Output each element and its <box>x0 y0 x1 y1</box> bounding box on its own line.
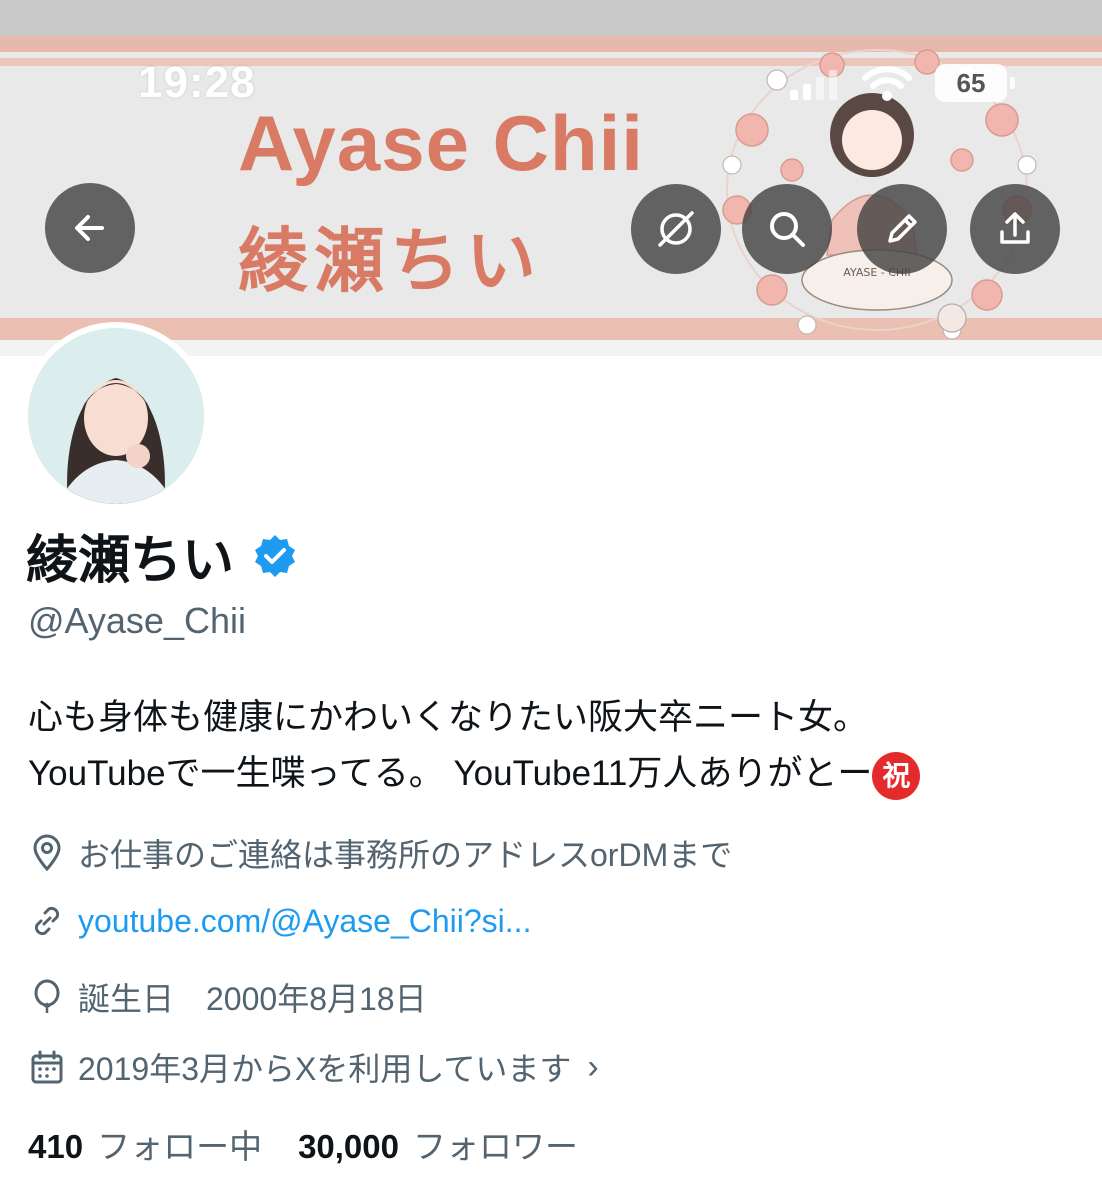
bio-line: YouTubeで一生喋ってる。 YouTube11万人ありがとー <box>28 754 873 793</box>
birthday-text: 誕生日 2000年8月18日 <box>78 981 427 1017</box>
profile-joined[interactable]: 2019年3月からXを利用しています › <box>28 1044 599 1090</box>
back-button[interactable] <box>45 183 135 273</box>
search-icon <box>770 212 805 247</box>
share-button[interactable] <box>970 184 1060 274</box>
chevron-right-icon: › <box>587 1047 599 1086</box>
slash-circle-icon <box>658 211 694 247</box>
link-icon <box>34 906 60 936</box>
share-icon <box>1000 212 1030 244</box>
search-button[interactable] <box>742 184 832 274</box>
celebration-emoji-icon: 祝 <box>872 751 921 800</box>
bio-line: 心も身体も健康にかわいくなりたい阪大卒ニート女。 <box>28 698 869 737</box>
grok-button[interactable] <box>631 184 721 274</box>
website-link[interactable]: youtube.com/@Ayase_Chii?si... <box>78 903 531 940</box>
avatar-illustration <box>28 328 204 504</box>
following-count[interactable]: 410 <box>28 1128 83 1166</box>
follow-stats: 410 フォロー中 30,000 フォロワー <box>28 1120 578 1168</box>
cellular-signal-icon <box>790 70 837 100</box>
edit-button[interactable] <box>857 184 947 274</box>
joined-text: 2019年3月からXを利用しています <box>78 1051 572 1087</box>
pencil-icon <box>888 214 917 243</box>
wifi-icon <box>862 66 912 101</box>
location-text: お仕事のご連絡は事務所のアドレスorDMまで <box>78 837 733 873</box>
status-time: 19:28 <box>138 58 256 107</box>
avatar[interactable] <box>22 322 210 510</box>
balloon-icon <box>34 979 60 1013</box>
profile-website[interactable]: youtube.com/@Ayase_Chii?si... <box>28 902 531 940</box>
banner-title-english: Ayase Chii <box>238 99 644 187</box>
bio-line-2: YouTubeで一生喋ってる。 YouTube11万人ありがとー祝 <box>28 746 1088 802</box>
arrow-left-icon <box>75 215 104 241</box>
following-label[interactable]: フォロー中 <box>97 1120 262 1168</box>
location-pin-icon <box>33 834 61 872</box>
profile-bio: 心も身体も健康にかわいくなりたい阪大卒ニート女。 YouTubeで一生喋ってる。… <box>28 690 1088 802</box>
battery-indicator: 65 <box>935 64 1015 102</box>
banner-top-band <box>0 0 1102 36</box>
profile-name-row: 綾瀬ちい <box>26 518 298 593</box>
profile-banner[interactable]: Ayase Chii 綾瀬ちい AYASE - CHII <box>0 0 1102 356</box>
display-name: 綾瀬ちい <box>26 531 235 591</box>
avatar-image <box>28 328 204 504</box>
followers-label[interactable]: フォロワー <box>413 1120 578 1168</box>
profile-birthday: 誕生日 2000年8月18日 <box>28 974 427 1020</box>
profile-location: お仕事のご連絡は事務所のアドレスorDMまで <box>28 830 732 876</box>
verified-badge-icon[interactable] <box>252 533 298 579</box>
calendar-icon <box>31 1050 63 1084</box>
banner-title-japanese: 綾瀬ちい <box>238 220 542 302</box>
followers-count[interactable]: 30,000 <box>298 1128 399 1166</box>
profile-handle: @Ayase_Chii <box>28 600 246 641</box>
